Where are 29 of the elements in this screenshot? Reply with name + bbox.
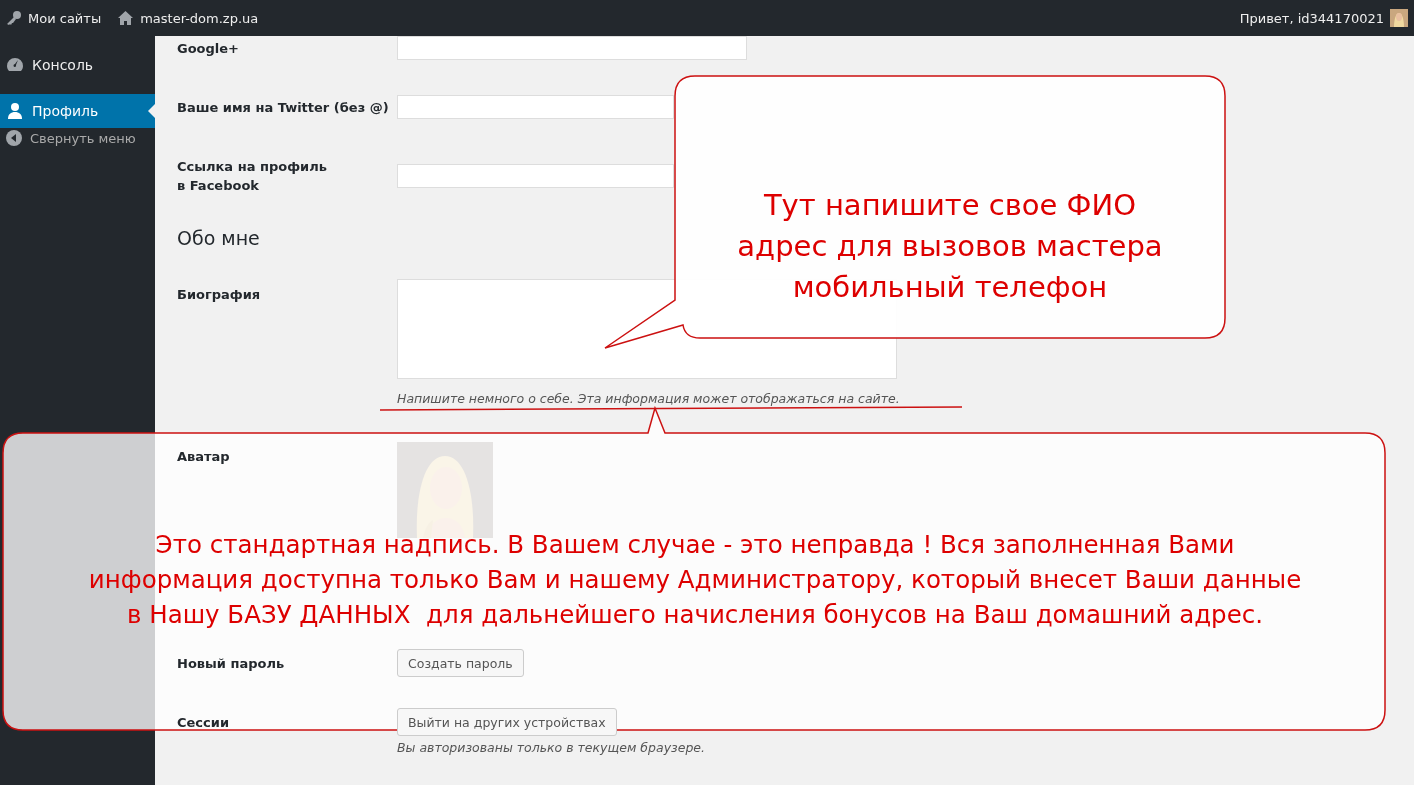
dashboard-icon <box>6 56 24 74</box>
greeting-link[interactable]: Привет, id344170021 <box>1239 10 1384 26</box>
key-icon <box>6 10 22 26</box>
collapse-icon <box>6 130 22 146</box>
my-sites-link[interactable]: Мои сайты <box>28 10 102 26</box>
field-label: Биография <box>177 286 262 304</box>
field-label: Сессии <box>177 713 230 732</box>
field-label: Новый пароль <box>177 654 286 673</box>
callout-text: Тут напишите свое ФИО адрес для вызовов мастера мобильный телефон <box>736 187 1164 306</box>
home-icon <box>117 10 135 26</box>
log-out-everywhere-button[interactable]: Выйти на других устройствах <box>397 708 617 736</box>
user-icon <box>6 102 24 120</box>
text-field[interactable] <box>397 95 674 119</box>
callout-text: Это стандартная надпись. В Вашем случае - это неправда ! Вся заполненная Вами информация доступна только Вам и нашему Администратору, который внесет Ваши данные в Нашу БАЗУ ДАННЫХ для дальнейшего начисления бонусов на Ваш домашний адрес. <box>87 529 1303 631</box>
section-heading: Обо мне <box>177 227 260 249</box>
avatar-thumbnail[interactable] <box>1390 9 1408 27</box>
field-label: Google+ <box>177 39 240 58</box>
site-link[interactable]: master-dom.zp.ua <box>140 10 259 26</box>
text-field[interactable] <box>397 164 674 188</box>
text-field[interactable] <box>397 36 747 60</box>
sidebar-item[interactable]: Консоль <box>0 48 155 82</box>
field-description: Напишите немного о себе. Эта информация может отображаться на сайте. <box>397 391 900 406</box>
field-label: Ваше имя на Twitter (без @) <box>177 98 390 117</box>
field-label: Ссылка на профиль в Facebook <box>177 158 328 195</box>
sidebar-item[interactable]: Профиль <box>0 94 155 128</box>
collapse-menu-link[interactable]: Свернуть меню <box>30 130 136 146</box>
generate-password-button[interactable]: Создать пароль <box>397 649 524 677</box>
field-label: Аватар <box>177 448 231 466</box>
field-description: Вы авторизованы только в текущем браузере. <box>397 740 705 755</box>
